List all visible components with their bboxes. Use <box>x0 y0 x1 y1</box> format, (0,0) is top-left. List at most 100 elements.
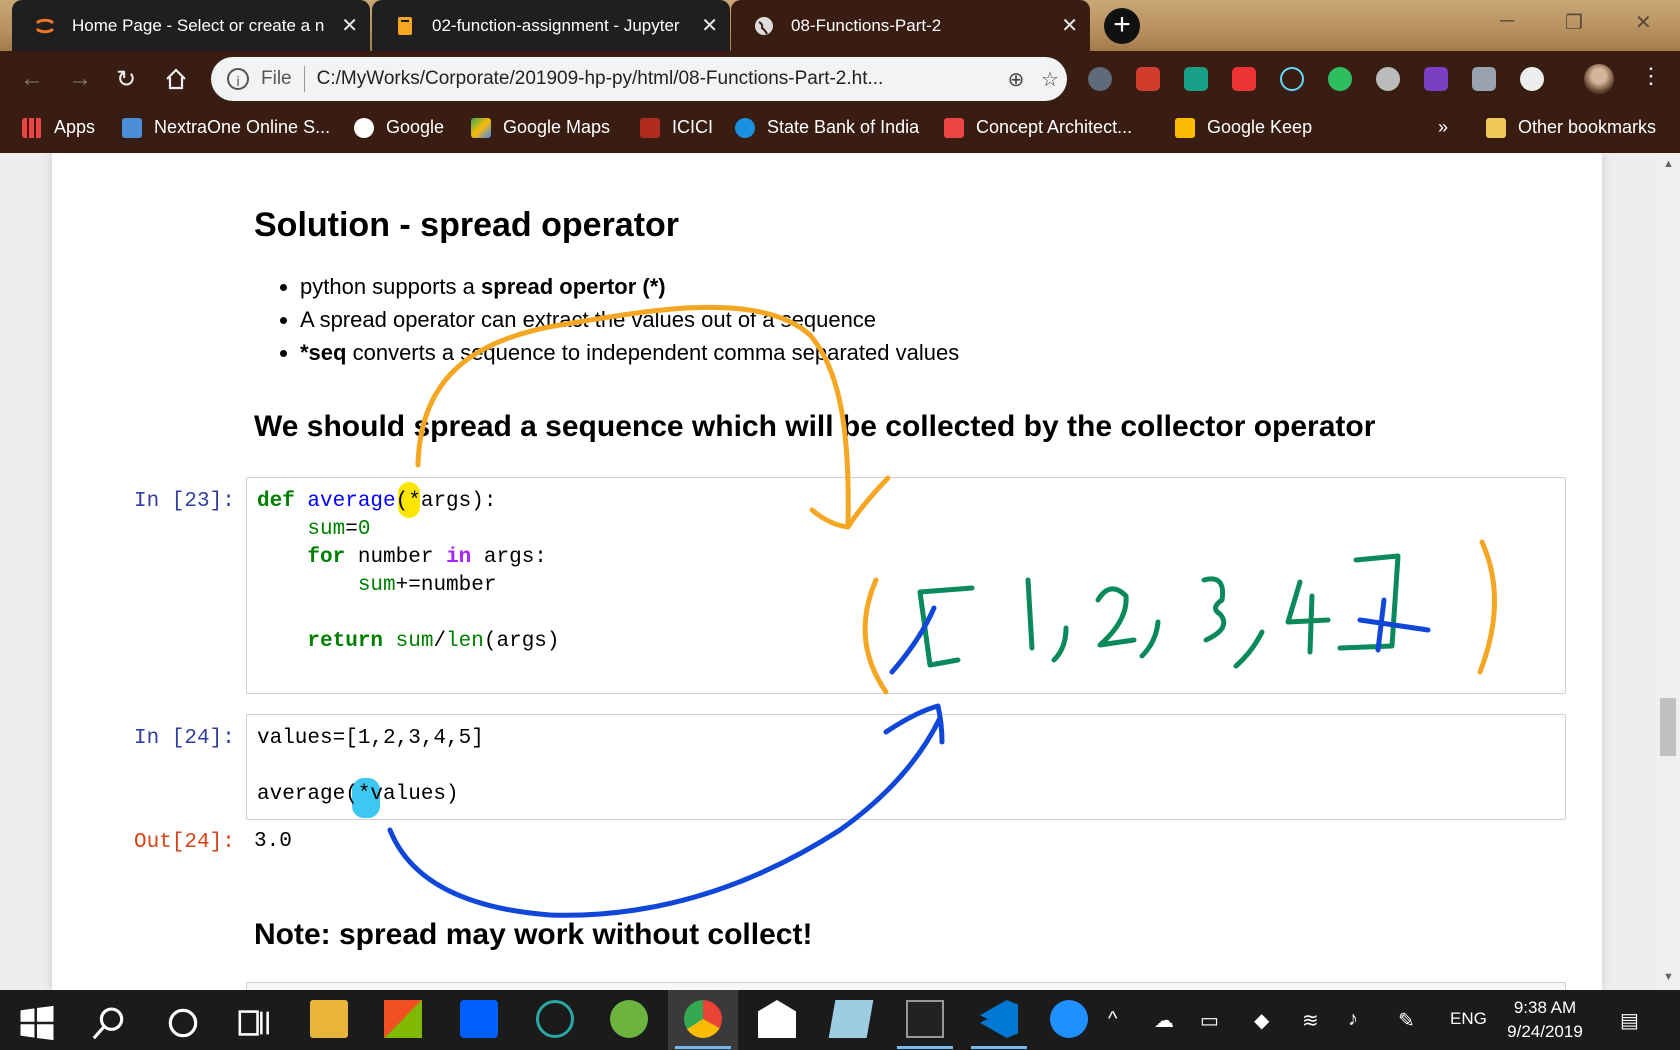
extension-icon[interactable] <box>1184 67 1208 91</box>
bookmark-label: Google <box>386 117 445 137</box>
input-prompt: In [23]: <box>134 490 235 513</box>
bookmark-google-maps[interactable]: Google Maps <box>471 117 610 138</box>
task-view-icon[interactable] <box>236 1004 274 1042</box>
store-icon[interactable] <box>384 1000 422 1038</box>
tab-functions-part-2[interactable]: 08-Functions-Part-2 ✕ <box>731 0 1090 51</box>
clock-time: 9:38 AM <box>1513 998 1577 1017</box>
jupyter-logo-icon <box>35 18 55 33</box>
chrome-icon[interactable] <box>684 1000 722 1038</box>
browser-toolbar: ← → ↻ i File C:/MyWorks/Corporate/201909… <box>0 51 1680 107</box>
tab-home-page[interactable]: Home Page - Select or create a n ✕ <box>12 0 370 51</box>
tab-title: 02-function-assignment - Jupyter <box>432 15 680 35</box>
chevron-up-icon[interactable]: ^ <box>1108 1008 1117 1031</box>
clock-date: 9/24/2019 <box>1507 1022 1583 1041</box>
cortana-icon[interactable] <box>164 1004 202 1042</box>
url-text[interactable]: C:/MyWorks/Corporate/201909-hp-py/html/0… <box>317 68 999 90</box>
bookmark-google[interactable]: Google <box>354 117 444 138</box>
bookmark-star-icon[interactable]: ☆ <box>1033 67 1067 92</box>
bookmarks-bar: Apps NextraOne Online S... Google Google… <box>0 107 1680 153</box>
pen-icon[interactable]: ✎ <box>1398 1008 1415 1033</box>
onenote-icon[interactable] <box>1424 67 1448 91</box>
extension-icon[interactable] <box>1136 67 1160 91</box>
onedrive-icon[interactable]: ☁ <box>1154 1008 1174 1033</box>
bookmark-apps[interactable]: Apps <box>22 117 95 138</box>
code-cell[interactable]: values=[1,2,3,4,5] average(*values) <box>246 714 1566 820</box>
extension-icon[interactable] <box>1088 67 1112 91</box>
react-devtools-icon[interactable] <box>1280 67 1304 91</box>
bookmark-nextraone[interactable]: NextraOne Online S... <box>122 117 330 138</box>
keep-icon <box>1175 117 1195 138</box>
list-item: *seq converts a sequence to independent … <box>300 336 959 369</box>
terminal-icon[interactable] <box>906 1000 944 1038</box>
reload-icon[interactable]: ↻ <box>116 65 136 94</box>
battery-icon[interactable]: ▭ <box>1200 1008 1219 1033</box>
windows-start-icon[interactable] <box>18 1004 56 1042</box>
windows-taskbar: ^ ☁ ▭ ◆ ≋ ♪ ✎ ENG 9:38 AM 9/24/2019 ▤ <box>0 990 1680 1050</box>
vscode-icon[interactable] <box>980 1000 1018 1038</box>
scroll-down-icon[interactable]: ▼ <box>1663 971 1674 983</box>
dropbox-tray-icon[interactable]: ◆ <box>1254 1008 1269 1033</box>
close-tab-icon[interactable]: ✕ <box>341 13 358 38</box>
gmail-icon[interactable] <box>1232 67 1256 91</box>
dropbox-icon[interactable] <box>1472 67 1496 91</box>
new-tab-button[interactable]: + <box>1104 8 1140 44</box>
divider <box>303 66 305 92</box>
spring-tool-icon[interactable] <box>610 1000 648 1038</box>
close-tab-icon[interactable]: ✕ <box>701 13 718 38</box>
code-block[interactable]: values=[1,2,3,4,5] average(*values) <box>247 715 1565 819</box>
google-icon <box>354 117 374 138</box>
bookmark-label: Apps <box>54 117 96 137</box>
mail-icon[interactable] <box>758 1000 796 1038</box>
nextraone-icon <box>122 117 142 138</box>
volume-icon[interactable]: ♪ <box>1348 1008 1358 1031</box>
bookmark-sbi[interactable]: State Bank of India <box>735 117 919 138</box>
sbi-icon <box>735 117 755 138</box>
home-icon[interactable] <box>164 67 188 91</box>
arduino-icon[interactable] <box>536 1000 574 1038</box>
bookmark-icici[interactable]: ICICI <box>640 117 713 138</box>
scrollbar-thumb[interactable] <box>1660 698 1676 756</box>
maps-icon <box>471 117 491 138</box>
close-tab-icon[interactable]: ✕ <box>1061 13 1078 38</box>
search-icon[interactable] <box>90 1004 128 1042</box>
close-window-icon[interactable]: ✕ <box>1635 10 1652 35</box>
back-icon[interactable]: ← <box>20 65 44 93</box>
wifi-icon[interactable]: ≋ <box>1302 1008 1319 1033</box>
page-scrollbar[interactable]: ▲ ▼ <box>1656 153 1680 990</box>
clock[interactable]: 9:38 AM 9/24/2019 <box>1500 996 1590 1044</box>
tab-title: Home Page - Select or create a n <box>72 15 325 35</box>
avatar[interactable] <box>1584 64 1614 94</box>
bookmark-label: Other bookmarks <box>1518 117 1657 137</box>
help-icon[interactable] <box>1050 1000 1088 1038</box>
file-explorer-icon[interactable] <box>310 1000 348 1038</box>
code-cell[interactable]: def average(*args): sum=0 for number in … <box>246 477 1566 694</box>
bookmark-label: Google Keep <box>1207 117 1313 137</box>
language-indicator[interactable]: ENG <box>1450 1009 1487 1029</box>
apps-grid-icon <box>22 117 42 138</box>
scroll-up-icon[interactable]: ▲ <box>1663 158 1674 170</box>
dropbox-icon[interactable] <box>460 1000 498 1038</box>
bullet-list: python supports a spread opertor (*) A s… <box>256 270 959 369</box>
bookmark-other[interactable]: Other bookmarks <box>1486 117 1656 138</box>
notifications-icon[interactable]: ▤ <box>1620 1008 1639 1033</box>
restore-icon[interactable]: ❐ <box>1565 10 1583 35</box>
address-bar[interactable]: i File C:/MyWorks/Corporate/201909-hp-py… <box>211 57 1067 101</box>
forward-icon[interactable]: → <box>68 65 92 93</box>
info-icon[interactable]: i <box>227 68 249 90</box>
menu-icon[interactable]: ⋮ <box>1640 63 1662 89</box>
extension-icon[interactable] <box>1376 67 1400 91</box>
zoom-icon[interactable]: ⊕ <box>999 67 1033 92</box>
code-block[interactable]: def average(*args): sum=0 for number in … <box>247 478 1565 666</box>
bookmarks-overflow[interactable]: » <box>1438 117 1448 138</box>
bookmark-concept-architect[interactable]: Concept Architect... <box>944 117 1132 138</box>
tab-function-assignment[interactable]: 02-function-assignment - Jupyter ✕ <box>372 0 730 51</box>
minimize-icon[interactable]: ─ <box>1500 10 1514 33</box>
heading-spread: We should spread a sequence which will b… <box>254 410 1376 443</box>
notes-icon[interactable] <box>828 1000 874 1038</box>
extension-icon[interactable] <box>1520 67 1544 91</box>
folder-icon <box>1486 117 1506 138</box>
evernote-icon[interactable] <box>1328 67 1352 91</box>
bookmark-label: Concept Architect... <box>976 117 1133 137</box>
bookmark-google-keep[interactable]: Google Keep <box>1175 117 1312 138</box>
icici-icon <box>640 117 660 138</box>
